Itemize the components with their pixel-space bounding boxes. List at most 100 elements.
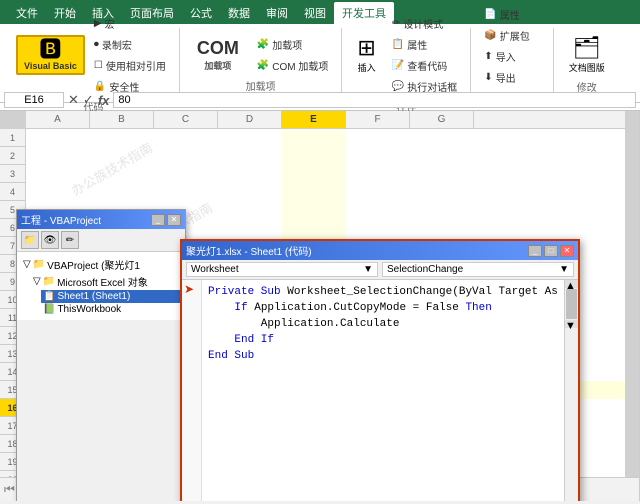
vba-sheet-icon: 📋: [43, 291, 55, 302]
vba-tool-2[interactable]: 👁: [41, 231, 59, 249]
code-editor[interactable]: Private Sub Worksheet_SelectionChange(By…: [202, 280, 564, 501]
code-proc-dropdown[interactable]: SelectionChange ▼: [382, 262, 574, 277]
doc-panel-icon: 🗂: [573, 35, 601, 61]
ribbon-group-code-items: 🅱 Visual Basic ▶ 宏 ⏺ 录制宏 ☐ 使用相对引用: [16, 13, 171, 97]
scroll-up-btn[interactable]: ▲: [565, 280, 578, 288]
col-header-a: A: [26, 111, 90, 128]
vba-project-window: 工程 - VBAProject _ ✕ 📁 👁 ✏ ▽ 📁 VBAProject…: [16, 209, 186, 501]
col-header-d: D: [218, 111, 282, 128]
com-text: COM: [197, 38, 239, 59]
record-label: 录制宏: [102, 37, 132, 52]
xml-import-label: 导入: [496, 49, 516, 64]
ribbon-group-modify: 🗂 文档图版 修改: [554, 28, 620, 98]
vba-tree-root[interactable]: ▽ 📁 VBAProject (聚光灯1: [21, 256, 181, 273]
record-icon: ⏺: [94, 39, 99, 50]
xml-import-button[interactable]: ⬆ 导入: [479, 46, 544, 67]
vba-workbook-icon: 📗: [43, 304, 55, 315]
macro-icon: ▶: [94, 18, 102, 29]
com-sublabel: 加载项: [204, 59, 231, 72]
confirm-icon[interactable]: ✓: [83, 92, 94, 108]
tab-view[interactable]: 视图: [296, 2, 334, 24]
col-header-c: C: [154, 111, 218, 128]
visual-basic-button[interactable]: 🅱 Visual Basic: [16, 35, 85, 75]
xml-pkg-button[interactable]: 📦 扩展包: [479, 25, 544, 46]
addins-small: 🧩 加载项 🧩 COM 加载项: [252, 34, 334, 76]
relative-ref-button[interactable]: ☐ 使用相对引用: [89, 55, 171, 76]
xml-pkg-icon: 📦: [484, 30, 496, 41]
vba-window-controls: _ ✕: [151, 214, 181, 226]
controls-items: ⊞ 插入 ✏ 设计模式 📋 属性 📝 查看代码: [350, 13, 462, 97]
relative-label: 使用相对引用: [106, 58, 166, 73]
design-mode-button[interactable]: ✏ 设计模式: [387, 13, 462, 34]
macro-label: 宏: [105, 16, 115, 31]
code-title-bar[interactable]: 聚光灯1.xlsx - Sheet1 (代码) _ □ ✕: [182, 241, 578, 260]
vba-tree-thisworkbook[interactable]: 📗 ThisWorkbook: [41, 303, 181, 316]
view-code-button[interactable]: 📝 查看代码: [387, 55, 462, 76]
vba-tool-1[interactable]: 📁: [21, 231, 39, 249]
addin-icon: 🧩: [257, 39, 269, 50]
row-4: 4: [0, 183, 25, 201]
vba-minimize-button[interactable]: _: [151, 214, 165, 226]
insert-control-icon: ⊞: [357, 35, 375, 61]
code-line-2: If Application.CutCopyMode = False Then: [208, 300, 558, 316]
properties-label: 属性: [407, 37, 427, 52]
ribbon-code-small-buttons: ▶ 宏 ⏺ 录制宏 ☐ 使用相对引用 🔒 安全性: [89, 13, 171, 97]
formula-bar: E16 ✕ ✓ fx: [0, 90, 640, 111]
tab-review[interactable]: 审阅: [258, 2, 296, 24]
code-title-text: 聚光灯1.xlsx - Sheet1 (代码): [186, 243, 312, 258]
ribbon-group-controls: ⊞ 插入 ✏ 设计模式 📋 属性 📝 查看代码: [342, 28, 471, 98]
vba-project-tree: ▽ 📁 VBAProject (聚光灯1 ▽ 📁 Microsoft Excel…: [17, 252, 185, 320]
properties-button[interactable]: 📋 属性: [387, 34, 462, 55]
cell-reference-input[interactable]: E16: [4, 92, 64, 108]
code-object-dropdown[interactable]: Worksheet ▼: [186, 262, 378, 277]
vba-tree-sheet1[interactable]: 📋 Sheet1 (Sheet1): [41, 290, 181, 303]
row-3: 3: [0, 165, 25, 183]
tab-nav-first[interactable]: ⏮: [4, 482, 15, 497]
main-area: 办公族技术指南 办公族技术指南 办公族技术指南 办公族技术指南 办公族技术指南 …: [0, 111, 640, 501]
doc-panel-button[interactable]: 🗂 文档图版: [562, 32, 612, 77]
tab-data[interactable]: 数据: [220, 2, 258, 24]
vba-tool-3[interactable]: ✏: [61, 231, 79, 249]
xml-export-button[interactable]: ⬇ 导出: [479, 67, 544, 88]
vba-tree-level1: ▽ 📁 Microsoft Excel 对象 📋 Sheet1 (Sheet1)…: [31, 273, 181, 316]
code-close-button[interactable]: ✕: [560, 245, 574, 257]
formula-input[interactable]: [113, 92, 636, 108]
doc-panel-label: 文档图版: [569, 61, 605, 74]
code-arrow-indicator: ➤: [182, 282, 201, 296]
code-window: 聚光灯1.xlsx - Sheet1 (代码) _ □ ✕ Worksheet …: [180, 239, 580, 501]
col-header-e: E: [282, 111, 346, 128]
visual-basic-icon: 🅱: [39, 39, 61, 61]
vba-title-text: 工程 - VBAProject: [21, 212, 101, 227]
code-line-1: Private Sub Worksheet_SelectionChange(By…: [208, 284, 558, 300]
xml-export-icon: ⬇: [484, 72, 492, 83]
scroll-down-btn[interactable]: ▼: [565, 320, 578, 328]
vba-root-label: VBAProject (聚光灯1: [47, 257, 140, 272]
code-scrollbar[interactable]: ▲ ▼: [564, 280, 578, 501]
com-addin-button[interactable]: 🧩 COM 加载项: [252, 55, 334, 76]
code-object-value: Worksheet: [191, 264, 239, 275]
code-maximize-button[interactable]: □: [544, 245, 558, 257]
vba-root-folder-icon: 📁: [33, 259, 45, 270]
visual-basic-label: Visual Basic: [24, 61, 77, 71]
record-macro-button[interactable]: ⏺ 录制宏: [89, 34, 171, 55]
com-block[interactable]: COM 加载项: [188, 35, 248, 75]
xml-prop-label: 属性: [500, 7, 520, 22]
vba-title-bar[interactable]: 工程 - VBAProject _ ✕: [17, 210, 185, 229]
properties-icon: 📋: [392, 39, 404, 50]
vba-root-expand-icon: ▽: [23, 259, 31, 270]
xml-import-icon: ⬆: [484, 51, 492, 62]
vba-tree-excel-objects[interactable]: ▽ 📁 Microsoft Excel 对象: [31, 273, 181, 290]
code-minimize-button[interactable]: _: [528, 245, 542, 257]
function-icon[interactable]: fx: [98, 93, 110, 108]
xml-prop-button[interactable]: 📄 属性: [479, 4, 544, 25]
insert-control-button[interactable]: ⊞ 插入: [350, 32, 382, 77]
vba-close-button[interactable]: ✕: [167, 214, 181, 226]
vba-sheet1-label: Sheet1 (Sheet1): [57, 291, 130, 302]
tab-formula[interactable]: 公式: [182, 2, 220, 24]
addin-button[interactable]: 🧩 加载项: [252, 34, 334, 55]
cancel-icon[interactable]: ✕: [68, 92, 79, 108]
scroll-thumb[interactable]: [566, 289, 577, 319]
ribbon: 文件 开始 插入 页面布局 公式 数据 审阅 视图 开发工具 🅱 Visual …: [0, 0, 640, 90]
vba-tree-level2: 📋 Sheet1 (Sheet1) 📗 ThisWorkbook: [41, 290, 181, 316]
macro-button[interactable]: ▶ 宏: [89, 13, 171, 34]
